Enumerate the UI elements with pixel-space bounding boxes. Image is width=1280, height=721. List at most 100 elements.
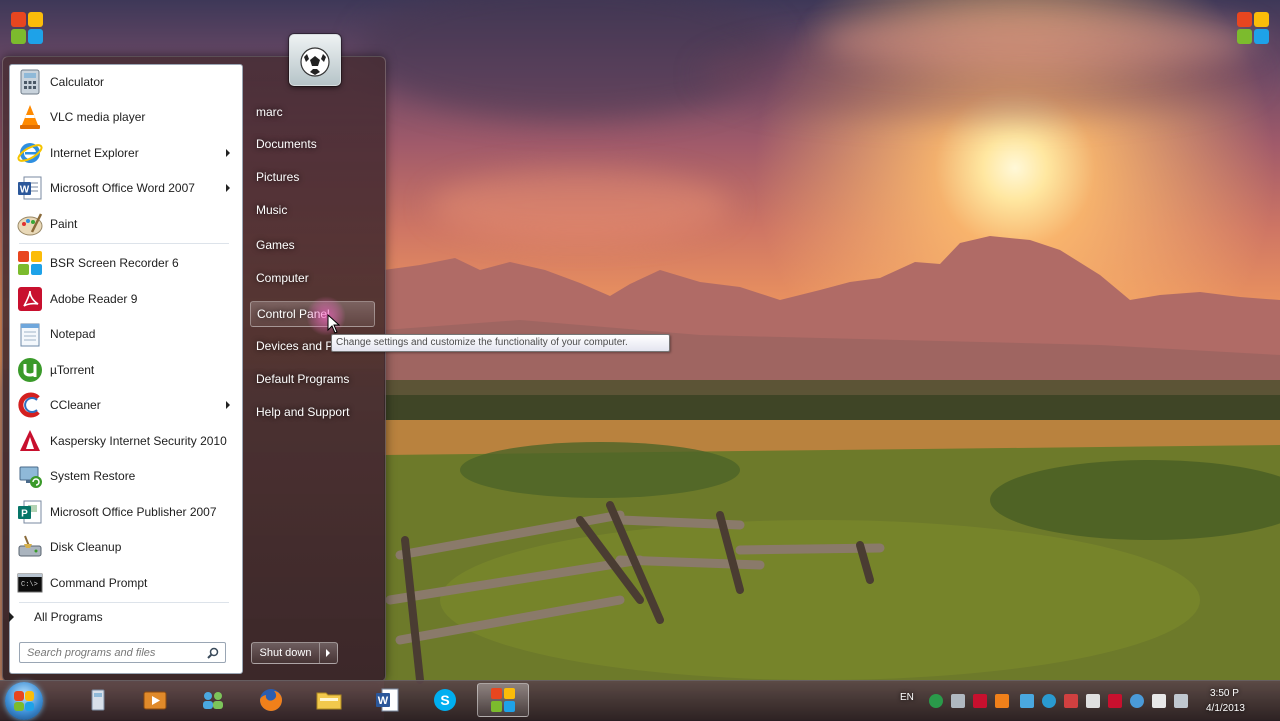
svg-text:S: S [440,692,449,708]
program-label: Internet Explorer [50,145,139,160]
svg-text:C:\>: C:\> [21,581,38,589]
program-label: BSR Screen Recorder 6 [50,255,179,270]
paint-icon [17,212,43,235]
program-item-bsr-screen-recorder[interactable]: BSR Screen Recorder 6 [14,246,236,279]
start-item-help-and-support[interactable]: Help and Support [250,399,375,425]
program-item-utorrent[interactable]: µTorrent [14,353,236,386]
taskbar-media-player-button[interactable] [129,683,181,717]
all-programs-label: All Programs [34,610,103,624]
all-programs-button[interactable]: All Programs [9,607,224,627]
bsr-recorder-icon [491,688,515,712]
submenu-arrow-icon [226,149,230,157]
taskbar-explorer-button[interactable] [72,683,124,717]
vlc-icon [20,104,40,129]
program-label: CCleaner [50,397,101,412]
taskbar-firefox-button[interactable] [245,683,297,717]
start-item-games[interactable]: Games [250,232,375,258]
media-player-icon [143,691,167,710]
user-picture[interactable] [289,34,341,86]
start-item-user-folder[interactable]: marc [250,99,375,125]
start-item-music[interactable]: Music [250,197,375,223]
ccleaner-icon [18,392,40,417]
bsr-recorder-icon [18,250,42,275]
program-label: Kaspersky Internet Security 2010 [50,433,227,448]
program-label: Paint [50,216,78,231]
action-center-flag-icon[interactable] [1152,694,1166,708]
utorrent-tray-icon[interactable] [929,694,943,708]
taskbar-skype-button[interactable]: S [419,683,471,717]
taskbar-folder-button[interactable] [303,683,355,717]
program-item-publisher[interactable]: P Microsoft Office Publisher 2007 [14,495,236,528]
system-restore-icon [19,466,42,488]
network-icon[interactable] [1174,694,1188,708]
windows-logo-icon [14,691,34,711]
disk-cleanup-icon [18,535,42,556]
search-input[interactable] [20,643,207,662]
submenu-arrow-icon [226,184,230,192]
start-item-computer[interactable]: Computer [250,265,375,291]
tray-app-icon[interactable] [1020,694,1034,708]
folder-icon [316,692,342,710]
shutdown-button[interactable]: Shut down [251,642,338,664]
tray-app-icon[interactable] [1130,694,1144,708]
program-item-disk-cleanup[interactable]: Disk Cleanup [14,530,236,563]
word-icon: W [376,688,399,712]
adobe-reader-icon [18,286,42,311]
program-label: Command Prompt [50,575,148,590]
divider [19,602,229,603]
network-people-icon [203,692,223,709]
tray-app-icon[interactable] [995,694,1009,708]
calculator-icon [20,69,40,94]
tray-app-icon[interactable] [1042,694,1056,708]
soccer-ball-icon [300,47,330,77]
program-item-kaspersky[interactable]: Kaspersky Internet Security 2010 [14,424,236,457]
program-item-internet-explorer[interactable]: Internet Explorer [14,136,236,169]
program-item-word[interactable]: W Microsoft Office Word 2007 [14,171,236,204]
kaspersky-icon [20,429,40,451]
taskbar-bsr-recorder-button[interactable] [477,683,529,717]
program-item-command-prompt[interactable]: C:\> Command Prompt [14,566,236,599]
search-box[interactable] [19,642,226,663]
clock-date[interactable]: 4/1/2013 [1206,703,1245,714]
start-item-pictures[interactable]: Pictures [250,164,375,190]
start-item-documents[interactable]: Documents [250,131,375,157]
program-item-paint[interactable]: Paint [14,207,236,240]
kaspersky-tray-icon[interactable] [973,694,987,708]
program-label: Calculator [50,74,105,89]
volume-icon[interactable] [1086,694,1100,708]
shutdown-label[interactable]: Shut down [252,643,320,663]
publisher-icon: P [18,500,42,523]
utorrent-icon [18,357,42,382]
svg-text:P: P [21,508,28,519]
skype-icon: S [434,689,456,711]
clock-time[interactable]: 3:50 P [1210,688,1239,699]
windows-logo-icon [11,12,43,44]
taskbar-word-button[interactable]: W [361,683,413,717]
language-indicator[interactable]: EN [900,692,914,703]
tray-app-icon[interactable] [1064,694,1078,708]
svg-text:W: W [378,695,389,707]
program-item-ccleaner[interactable]: CCleaner [14,388,236,421]
adobe-tray-icon[interactable] [1108,694,1122,708]
program-item-calculator[interactable]: Calculator [14,65,236,98]
command-prompt-icon: C:\> [17,573,43,592]
program-item-adobe-reader[interactable]: Adobe Reader 9 [14,282,236,315]
program-label: System Restore [50,468,136,483]
program-label: VLC media player [50,109,146,124]
program-item-vlc[interactable]: VLC media player [14,100,236,133]
search-icon[interactable] [207,647,219,659]
program-item-notepad[interactable]: Notepad [14,317,236,350]
firefox-icon [260,689,282,711]
tray-app-icon[interactable] [951,694,965,708]
program-item-system-restore[interactable]: System Restore [14,459,236,492]
notepad-icon [20,323,40,346]
taskbar-network-people-button[interactable] [187,683,239,717]
program-label: Microsoft Office Word 2007 [50,180,195,195]
windows-logo-icon [1237,12,1269,44]
start-button[interactable] [5,682,43,720]
shutdown-options-arrow-icon[interactable] [320,643,337,663]
start-item-default-programs[interactable]: Default Programs [250,366,375,392]
program-label: µTorrent [50,362,95,377]
word-icon: W [18,176,42,199]
divider [19,243,229,244]
